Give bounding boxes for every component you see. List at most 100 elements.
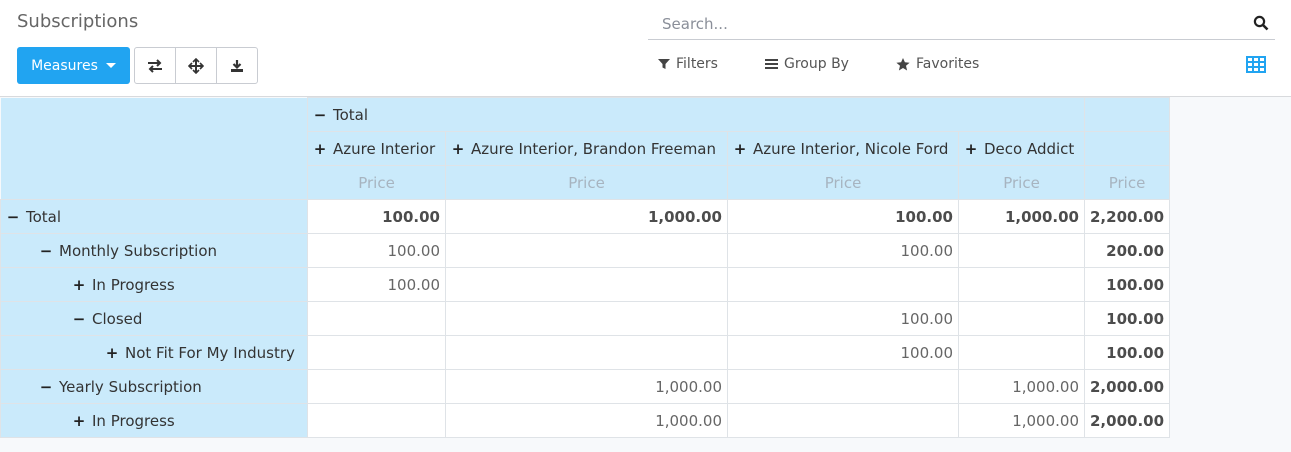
row-header[interactable]: − Total <box>0 199 308 234</box>
row-header[interactable]: + In Progress <box>0 267 308 302</box>
table-row: − Monthly Subscription 100.00 100.00 200.… <box>0 233 1171 268</box>
expand-icon: + <box>733 139 747 158</box>
download-icon <box>231 59 243 72</box>
row-header[interactable]: − Closed <box>0 301 308 336</box>
pivot-table: − Total + Azure Interior + Azure Interior, … <box>0 97 1171 438</box>
measure-header[interactable]: Price <box>958 165 1085 200</box>
row-toggle-icon: − <box>39 377 53 396</box>
value-cell[interactable]: 100.00 <box>307 233 446 268</box>
measure-header[interactable]: Price <box>1083 165 1171 200</box>
col-header[interactable]: + Azure Interior <box>307 131 446 166</box>
row-header-label: Yearly Subscription <box>59 377 202 396</box>
value-cell[interactable]: 100.00 <box>727 301 959 336</box>
value-cell[interactable] <box>307 301 446 336</box>
measure-header[interactable]: Price <box>727 165 959 200</box>
total-cell[interactable]: 100.00 <box>1083 267 1171 302</box>
expand-icon: + <box>964 139 978 158</box>
search-bar <box>648 10 1275 40</box>
total-cell[interactable]: 2,000.00 <box>1083 403 1171 438</box>
pivot-view-icon[interactable] <box>1246 56 1266 73</box>
value-cell[interactable]: 100.00 <box>307 199 446 234</box>
value-cell[interactable] <box>958 335 1085 370</box>
total-cell[interactable]: 2,200.00 <box>1083 199 1171 234</box>
value-cell[interactable] <box>445 233 728 268</box>
col-header[interactable]: + Deco Addict <box>958 131 1085 166</box>
total-cell[interactable]: 2,000.00 <box>1083 369 1171 404</box>
table-row: − Total 100.00 1,000.00 100.00 1,000.00 2… <box>0 199 1171 234</box>
pivot-table-container: − Total + Azure Interior + Azure Interior, … <box>0 97 1171 438</box>
measure-header[interactable]: Price <box>307 165 446 200</box>
row-header-label: Not Fit For My Industry <box>125 343 295 362</box>
row-header-label: Closed <box>92 309 143 328</box>
value-cell[interactable] <box>445 335 728 370</box>
measures-button[interactable]: Measures <box>17 47 130 84</box>
row-toggle-icon: − <box>6 207 20 226</box>
value-cell[interactable] <box>445 267 728 302</box>
value-cell[interactable] <box>307 335 446 370</box>
filters-dropdown[interactable]: Filters <box>658 56 718 72</box>
value-cell[interactable] <box>958 267 1085 302</box>
total-cell[interactable]: 100.00 <box>1083 335 1171 370</box>
row-header[interactable]: − Monthly Subscription <box>0 233 308 268</box>
expand-all-icon <box>188 57 204 74</box>
value-cell[interactable] <box>727 267 959 302</box>
expand-icon: + <box>451 139 465 158</box>
col-header-total-label: Total <box>333 105 369 124</box>
control-panel: Subscriptions Measures Search... Filters… <box>0 0 1291 97</box>
table-row: − Closed 100.00 100.00 <box>0 301 1171 336</box>
value-cell[interactable]: 1,000.00 <box>445 403 728 438</box>
flip-axis-button[interactable] <box>134 47 176 84</box>
search-icon[interactable] <box>1253 15 1269 31</box>
col-header-label: Azure Interior, Brandon Freeman <box>471 139 717 158</box>
value-cell[interactable] <box>445 301 728 336</box>
pivot-corner <box>0 97 308 132</box>
pivot-action-buttons <box>134 47 258 84</box>
row-toggle-icon: + <box>105 343 119 362</box>
row-toggle-icon: − <box>39 241 53 260</box>
search-input[interactable] <box>662 15 1222 33</box>
value-cell[interactable] <box>727 403 959 438</box>
total-cell[interactable]: 200.00 <box>1083 233 1171 268</box>
value-cell[interactable]: 100.00 <box>727 335 959 370</box>
value-cell[interactable] <box>307 403 446 438</box>
table-row: − Yearly Subscription 1,000.00 1,000.00 2… <box>0 369 1171 404</box>
row-header-label: In Progress <box>92 411 175 430</box>
favorites-dropdown[interactable]: Favorites <box>896 56 979 72</box>
col-header[interactable]: + Azure Interior, Nicole Ford <box>727 131 959 166</box>
value-cell[interactable]: 1,000.00 <box>445 369 728 404</box>
measures-label: Measures <box>31 57 98 74</box>
value-cell[interactable]: 1,000.00 <box>958 369 1085 404</box>
value-cell[interactable]: 1,000.00 <box>445 199 728 234</box>
value-cell[interactable]: 100.00 <box>727 233 959 268</box>
row-toggle-icon: + <box>72 275 86 294</box>
value-cell[interactable] <box>958 233 1085 268</box>
download-button[interactable] <box>216 47 258 84</box>
group-by-dropdown[interactable]: Group By <box>765 56 849 72</box>
value-cell[interactable]: 1,000.00 <box>958 199 1085 234</box>
value-cell[interactable]: 100.00 <box>307 267 446 302</box>
col-header-spacer <box>1083 131 1171 166</box>
value-cell[interactable]: 1,000.00 <box>958 403 1085 438</box>
measure-header[interactable]: Price <box>445 165 728 200</box>
value-cell[interactable] <box>727 369 959 404</box>
value-cell[interactable] <box>307 369 446 404</box>
row-header[interactable]: + In Progress <box>0 403 308 438</box>
expand-all-button[interactable] <box>175 47 217 84</box>
filters-label: Filters <box>676 56 718 72</box>
row-header[interactable]: − Yearly Subscription <box>0 369 308 404</box>
total-cell[interactable]: 100.00 <box>1083 301 1171 336</box>
row-toggle-icon: + <box>72 411 86 430</box>
value-cell[interactable] <box>958 301 1085 336</box>
row-header[interactable]: + Not Fit For My Industry <box>0 335 308 370</box>
row-header-label: Monthly Subscription <box>59 241 218 260</box>
col-header-total[interactable]: − Total <box>307 97 1085 132</box>
col-header[interactable]: + Azure Interior, Brandon Freeman <box>445 131 728 166</box>
col-header-label: Azure Interior <box>333 139 436 158</box>
row-toggle-icon: − <box>72 309 86 328</box>
pivot-corner <box>0 131 308 166</box>
value-cell[interactable]: 100.00 <box>727 199 959 234</box>
collapse-icon: − <box>313 105 327 124</box>
row-header-label: In Progress <box>92 275 175 294</box>
page-title: Subscriptions <box>17 11 139 32</box>
caret-down-icon <box>105 63 116 68</box>
